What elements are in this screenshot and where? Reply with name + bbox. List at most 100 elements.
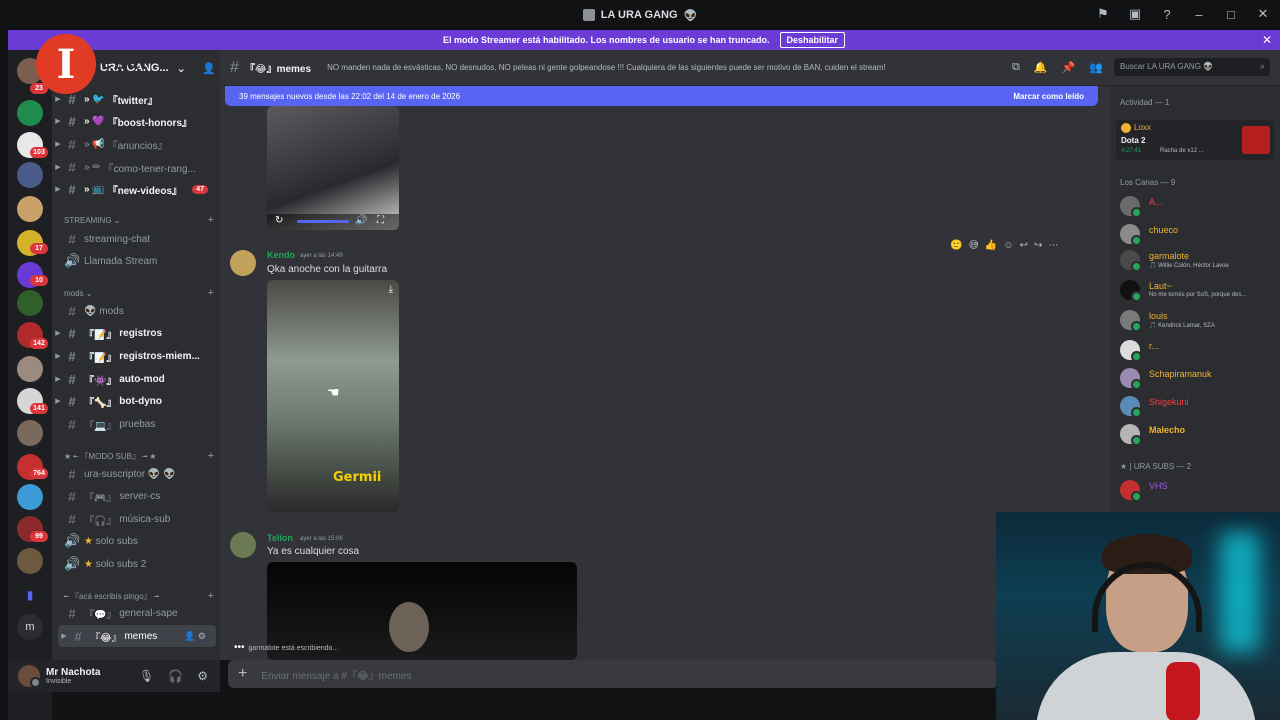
- video-attachment[interactable]: ⤓ ☚ Germii: [267, 280, 399, 512]
- channel-boost-honors[interactable]: ▶ # » 💜 『boost-honors』: [52, 110, 220, 132]
- folder-icon[interactable]: ▮: [17, 582, 43, 608]
- channel-anuncios[interactable]: ▶ # » 📢 『anuncios』: [52, 133, 220, 155]
- server-icon-m[interactable]: m: [17, 614, 43, 640]
- member-item[interactable]: A...: [1120, 194, 1278, 220]
- server-icon-4[interactable]: [17, 162, 43, 188]
- channel-ura-suscriptor[interactable]: # ura-suscriptor 👽 👽: [52, 463, 220, 485]
- mark-as-read-button[interactable]: Marcar como leído: [1013, 92, 1084, 101]
- channel-mods[interactable]: # 👽 mods: [52, 300, 220, 322]
- message-author[interactable]: Telion: [267, 533, 293, 543]
- avatar[interactable]: [230, 250, 256, 276]
- reaction-icon[interactable]: 👍: [985, 240, 997, 251]
- add-channel-icon[interactable]: +: [208, 590, 214, 602]
- avatar: [1120, 340, 1142, 362]
- member-item[interactable]: r...: [1120, 338, 1278, 364]
- message-area[interactable]: 39 mensajes nuevos desde las 22:02 del 1…: [220, 86, 1110, 660]
- server-icon-12[interactable]: [17, 420, 43, 446]
- category-modo-sub[interactable]: ★ ╾ 『MODO SUB』 ╼ ★ +: [64, 450, 214, 462]
- server-name-header[interactable]: I esat URA GANG... ⌄ 👤: [36, 34, 216, 94]
- microphone-icon[interactable]: 🎙: [139, 669, 154, 683]
- server-icon-14[interactable]: [17, 484, 43, 510]
- activity-card[interactable]: Loxx Dota 2 4:27:41 Racha de x12 ...: [1116, 120, 1274, 160]
- member-item[interactable]: VHS: [1120, 478, 1278, 504]
- category-aca-escribis[interactable]: ╾ 『acá escribís pingo』 ╼ +: [64, 590, 214, 602]
- channel-twitter[interactable]: ▶ # » 🐦 『twitter』: [52, 88, 220, 110]
- members-icon[interactable]: 👥: [1089, 61, 1103, 74]
- unread-arrow-icon: ▶: [55, 96, 61, 103]
- channel-musica-sub[interactable]: # 『🎧』 música-sub: [52, 508, 220, 530]
- channel-new-videos[interactable]: ▶ # » 📺 『new-videos』 47: [52, 178, 220, 200]
- disable-button[interactable]: Deshabilitar: [779, 32, 846, 48]
- server-icon-2[interactable]: [17, 100, 43, 126]
- new-messages-bar[interactable]: 39 mensajes nuevos desde las 22:02 del 1…: [225, 86, 1098, 106]
- close-window-icon[interactable]: ✕: [1254, 6, 1272, 22]
- member-item[interactable]: louis 🎵 Kendrick Lamar, SZA: [1120, 308, 1278, 334]
- avatar[interactable]: [18, 665, 41, 688]
- member-item[interactable]: Schapiramanuk: [1120, 366, 1278, 392]
- replay-icon[interactable]: ↻: [275, 215, 283, 226]
- channel-como-tener-rango[interactable]: ▶ # » ✏ 『como-tener-rang...: [52, 156, 220, 178]
- pin-icon[interactable]: 📌: [1062, 61, 1076, 74]
- volume-icon[interactable]: 🔊: [355, 215, 367, 226]
- minimize-icon[interactable]: –: [1190, 7, 1208, 22]
- message-author[interactable]: Kendo: [267, 250, 295, 260]
- channel-registros-miembros[interactable]: ▶ # 『📝』 registros-miem...: [52, 345, 220, 367]
- server-icon-5[interactable]: [17, 196, 43, 222]
- server-icon-10[interactable]: [17, 356, 43, 382]
- add-reaction-icon[interactable]: ☺: [1003, 240, 1013, 251]
- add-channel-icon[interactable]: +: [208, 450, 214, 462]
- channel-topic[interactable]: NO manden nada de esvásticas, NO desnudo…: [327, 63, 947, 72]
- maximize-icon[interactable]: □: [1222, 7, 1240, 22]
- gear-icon[interactable]: ⚙: [197, 669, 208, 683]
- close-banner-icon[interactable]: ✕: [1262, 33, 1272, 47]
- bell-icon[interactable]: 🔔: [1034, 61, 1048, 74]
- channel-auto-mod[interactable]: ▶ # 『👾』 auto-mod: [52, 368, 220, 390]
- fullscreen-icon[interactable]: ⛶: [377, 215, 384, 226]
- channel-solo-subs-2[interactable]: 🔊 ★ solo subs 2: [52, 553, 220, 575]
- channel-general-sape[interactable]: # 『💬』 general-sape: [52, 602, 220, 624]
- server-icon-16[interactable]: [17, 548, 43, 574]
- reaction-icon[interactable]: 🙂: [950, 240, 962, 251]
- member-item[interactable]: Malecho: [1120, 422, 1278, 448]
- help-icon[interactable]: ?: [1158, 7, 1176, 22]
- add-channel-icon[interactable]: +: [208, 214, 214, 226]
- headphones-icon[interactable]: 🎧: [168, 669, 183, 683]
- reaction-icon[interactable]: 😅: [968, 240, 978, 251]
- video-progress-bar[interactable]: [297, 220, 349, 223]
- channel-llamada-stream[interactable]: 🔊 Llamada Stream: [52, 250, 220, 272]
- channel-solo-subs[interactable]: 🔊 ★ solo subs: [52, 530, 220, 552]
- message-input[interactable]: + Enviar mensaje a #『😂』memes: [228, 660, 998, 688]
- member-item[interactable]: Laut~ No me tomés por SoS, porque des...: [1120, 278, 1278, 304]
- channel-streaming-chat[interactable]: # streaming-chat: [52, 228, 220, 250]
- download-icon[interactable]: ⤓: [389, 284, 393, 295]
- hash-icon: #: [74, 628, 82, 644]
- add-channel-icon[interactable]: +: [208, 287, 214, 299]
- discord-app: LA URA GANG 👽 ⚑ ▣ ? – □ ✕ El modo Stream…: [0, 0, 1280, 720]
- category-mods[interactable]: mods ⌄ +: [64, 287, 214, 299]
- window-title-emoji: 👽: [683, 9, 698, 22]
- search-input[interactable]: Buscar LA URA GANG 👽 ⌕: [1114, 58, 1270, 76]
- member-item[interactable]: chueco: [1120, 222, 1278, 248]
- channel-memes[interactable]: ▶ # 『😂』 memes 👤 ⚙: [58, 625, 216, 647]
- avatar[interactable]: [230, 532, 256, 558]
- reply-icon[interactable]: ↩: [1020, 240, 1028, 251]
- channel-server-cs[interactable]: # 『🎮』 server-cs: [52, 485, 220, 507]
- channel-bot-dyno[interactable]: ▶ # 『🦴』 bot-dyno: [52, 390, 220, 412]
- add-attachment-icon[interactable]: +: [238, 665, 247, 683]
- more-icon[interactable]: ⋯: [1048, 240, 1058, 251]
- member-item[interactable]: garmalote 🎵 Willie Colón, Héctor Lavoe: [1120, 248, 1278, 274]
- member-activity: No me tomés por SoS, porque des...: [1149, 292, 1247, 298]
- channel-pruebas[interactable]: # 『💻』 pruebas: [52, 413, 220, 435]
- add-friend-icon[interactable]: 👤: [202, 62, 216, 75]
- channel-registros[interactable]: ▶ # 『📝』 registros: [52, 322, 220, 344]
- video-attachment[interactable]: ↻ 🔊 ⛶: [267, 106, 399, 230]
- server-icon-8[interactable]: [17, 290, 43, 316]
- member-item[interactable]: Shigekuni: [1120, 394, 1278, 420]
- channel-settings-icon[interactable]: 👤 ⚙: [184, 631, 206, 642]
- flag-icon[interactable]: ⚑: [1094, 6, 1112, 22]
- user-info[interactable]: Mr Nachota Invisible: [46, 667, 100, 685]
- screen-icon[interactable]: ▣: [1126, 6, 1144, 22]
- forward-icon[interactable]: ↪: [1034, 240, 1042, 251]
- category-streaming[interactable]: STREAMING ⌄ +: [64, 214, 214, 226]
- threads-icon[interactable]: ⧉: [1012, 61, 1020, 74]
